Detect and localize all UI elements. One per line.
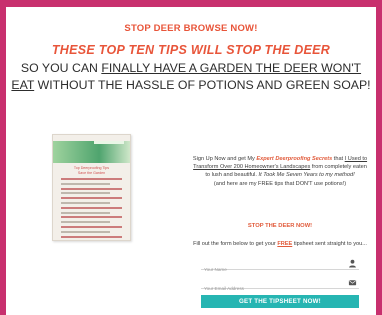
value-prop-part2: WITHOUT THE HASSLE OF POTIONS AND GREEN … bbox=[34, 78, 371, 92]
value-proposition: SO YOU CAN FINALLY HAVE A GARDEN THE DEE… bbox=[10, 60, 372, 94]
name-field bbox=[201, 258, 359, 275]
email-input[interactable] bbox=[201, 283, 334, 294]
seven-years-text: It Took Me Seven Years to my method! bbox=[258, 172, 355, 179]
offer-description: Sign Up Now and get My Expert Deerproofi… bbox=[192, 156, 368, 187]
email-field bbox=[201, 277, 359, 294]
headline: STOP DEER BROWSE NOW! bbox=[124, 23, 258, 34]
get-tipsheet-button[interactable]: GET THE TIPSHEET NOW! bbox=[201, 295, 359, 308]
name-input[interactable] bbox=[201, 264, 334, 275]
free-label: FREE bbox=[277, 241, 293, 247]
value-prop-part1: SO YOU CAN bbox=[20, 61, 102, 75]
tipsheet-header-graphic bbox=[53, 141, 130, 163]
form-intro: Fill out the form below to get your FREE… bbox=[193, 241, 367, 247]
tipsheet-text-lines bbox=[53, 175, 130, 238]
envelope-icon bbox=[348, 280, 357, 286]
expert-secrets-text: Expert Deerproofing Secrets bbox=[256, 156, 333, 162]
free-tips-note: (and here are my FREE tips that DON'T us… bbox=[213, 180, 347, 187]
stop-deer-callout: STOP THE DEER NOW! bbox=[247, 223, 313, 229]
user-icon bbox=[349, 259, 356, 268]
optin-panel: STOP DEER BROWSE NOW! THESE TOP TEN TIPS… bbox=[6, 7, 376, 315]
subheadline: THESE TOP TEN TIPS WILL STOP THE DEER bbox=[51, 43, 331, 57]
tipsheet-preview-image: Top Deerproofing Tips Save the Garden bbox=[52, 134, 131, 241]
tipsheet-title: Top Deerproofing Tips Save the Garden bbox=[73, 166, 110, 175]
